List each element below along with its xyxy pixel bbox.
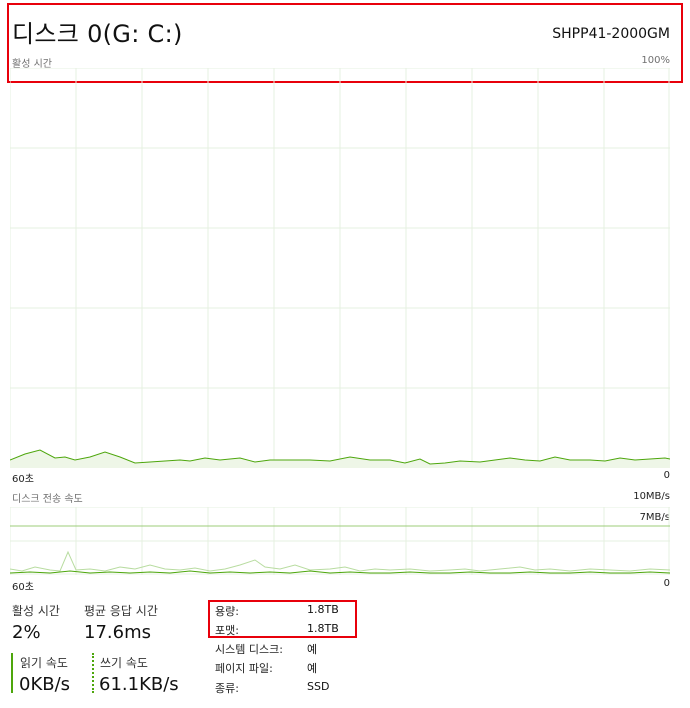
property-label-system-disk: 시스템 디스크: bbox=[215, 643, 283, 656]
property-value-type: SSD bbox=[307, 680, 330, 693]
property-value-format: 1.8TB bbox=[307, 622, 339, 635]
transfer-chart-right-label: 0 bbox=[663, 578, 670, 589]
property-value-system-disk: 예 bbox=[307, 643, 318, 656]
avg-response-value: 17.6ms bbox=[84, 622, 151, 643]
active-time-value: 2% bbox=[12, 622, 41, 643]
property-label-format: 포맷: bbox=[215, 624, 239, 637]
transfer-chart bbox=[10, 507, 670, 575]
property-label-capacity: 용량: bbox=[215, 605, 239, 618]
property-value-page-file: 예 bbox=[307, 662, 318, 675]
active-time-label: 활성 시간 bbox=[12, 604, 60, 618]
activity-max: 100% bbox=[641, 55, 670, 66]
property-label-page-file: 페이지 파일: bbox=[215, 662, 273, 675]
activity-chart-left-label: 60초 bbox=[12, 474, 34, 485]
avg-response-label: 평균 응답 시간 bbox=[84, 604, 158, 618]
activity-chart-right-label: 0 bbox=[663, 470, 670, 481]
write-speed-marker bbox=[92, 653, 94, 693]
write-speed-value: 61.1KB/s bbox=[99, 674, 179, 695]
disk-model: SHPP41-2000GM bbox=[552, 26, 670, 42]
activity-chart bbox=[10, 68, 670, 468]
activity-grid bbox=[10, 68, 670, 468]
transfer-chart-max: 10MB/s bbox=[633, 491, 670, 502]
read-speed-marker bbox=[11, 653, 13, 693]
property-value-capacity: 1.8TB bbox=[307, 603, 339, 616]
write-speed-label: 쓰기 속도 bbox=[100, 656, 148, 670]
read-speed-label: 읽기 속도 bbox=[20, 656, 68, 670]
transfer-grid bbox=[10, 507, 670, 575]
read-speed-value: 0KB/s bbox=[19, 674, 71, 695]
transfer-chart-title: 디스크 전송 속도 bbox=[12, 494, 83, 505]
disk-title: 디스크 0(G: C:) bbox=[12, 20, 183, 48]
property-label-type: 종류: bbox=[215, 682, 239, 695]
transfer-chart-left-label: 60초 bbox=[12, 582, 34, 593]
